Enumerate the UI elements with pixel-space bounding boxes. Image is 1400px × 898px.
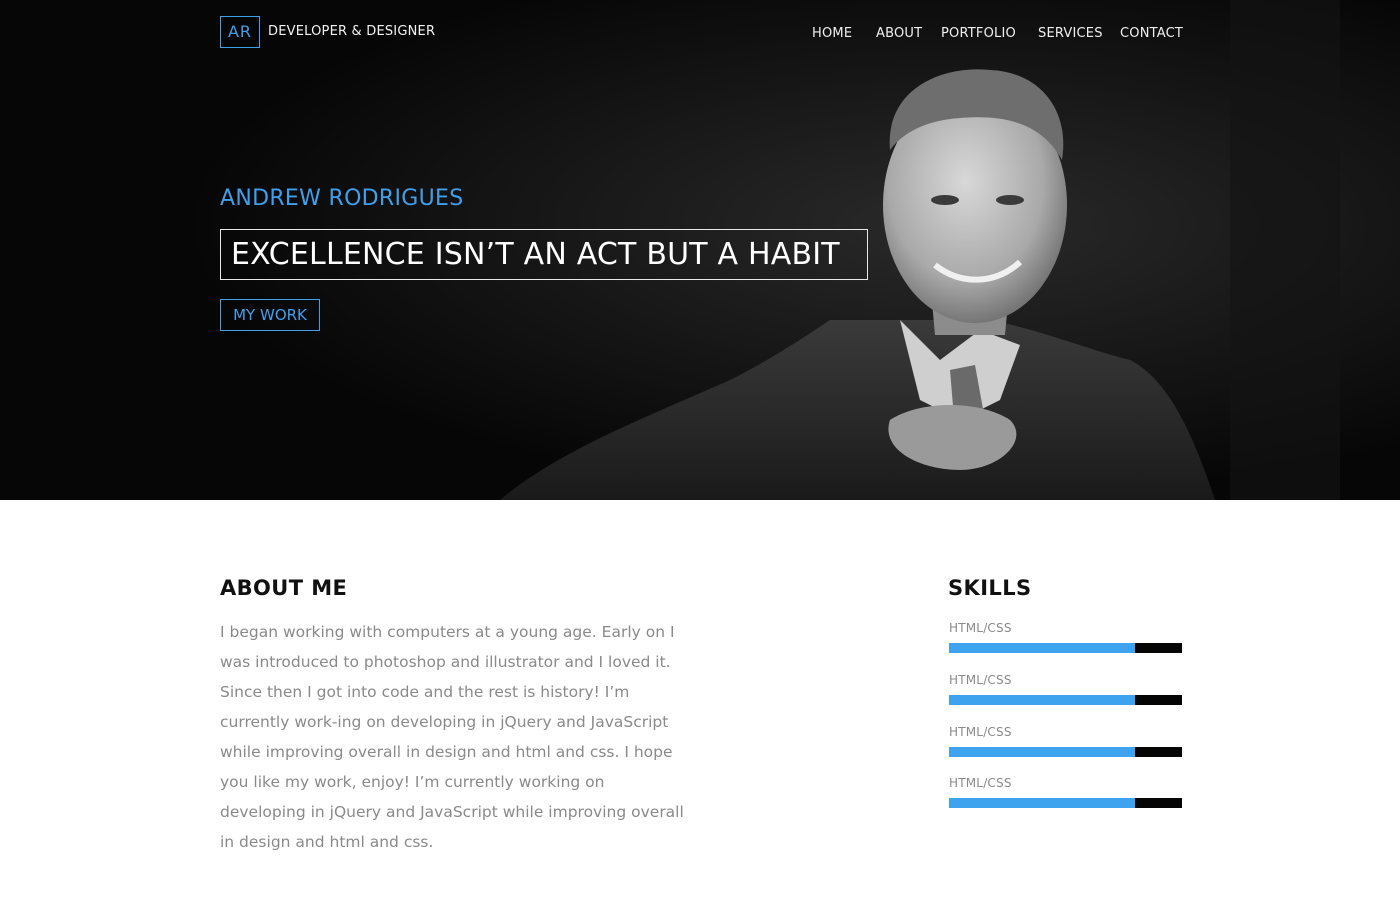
- skill-bar-track: [949, 643, 1182, 653]
- skill-item: HTML/CSS: [949, 673, 1182, 705]
- my-work-button[interactable]: MY WORK: [220, 299, 320, 331]
- nav-portfolio[interactable]: PORTFOLIO: [941, 26, 1016, 41]
- skill-item: HTML/CSS: [949, 725, 1182, 757]
- skills-title: SKILLS: [948, 576, 1032, 600]
- skill-bar-fill: [949, 643, 1136, 653]
- skill-bar-fill: [949, 747, 1136, 757]
- about-text: I began working with computers at a youn…: [220, 623, 684, 851]
- hero-name: ANDREW RODRIGUES: [220, 186, 464, 211]
- skill-bar-track: [949, 747, 1182, 757]
- nav-about[interactable]: ABOUT: [876, 26, 922, 41]
- skill-bar-track: [949, 695, 1182, 705]
- skill-label: HTML/CSS: [949, 776, 1012, 790]
- nav-contact[interactable]: CONTACT: [1120, 26, 1183, 41]
- hero-section: AR DEVELOPER & DESIGNER HOME ABOUT PORTF…: [0, 0, 1400, 500]
- nav-home[interactable]: HOME: [812, 26, 852, 41]
- skill-bar-fill: [949, 695, 1136, 705]
- skill-item: HTML/CSS: [949, 776, 1182, 808]
- skill-item: HTML/CSS: [949, 621, 1182, 653]
- main-nav: HOME ABOUT PORTFOLIO SERVICES CONTACT: [0, 26, 1400, 46]
- hero-quote: EXCELLENCE ISN’T AN ACT BUT A HABIT: [220, 229, 868, 280]
- skill-label: HTML/CSS: [949, 621, 1012, 635]
- skill-bar-track: [949, 798, 1182, 808]
- nav-services[interactable]: SERVICES: [1038, 26, 1103, 41]
- skill-label: HTML/CSS: [949, 673, 1012, 687]
- about-title: ABOUT ME: [220, 576, 348, 600]
- skill-bar-fill: [949, 798, 1136, 808]
- skill-label: HTML/CSS: [949, 725, 1012, 739]
